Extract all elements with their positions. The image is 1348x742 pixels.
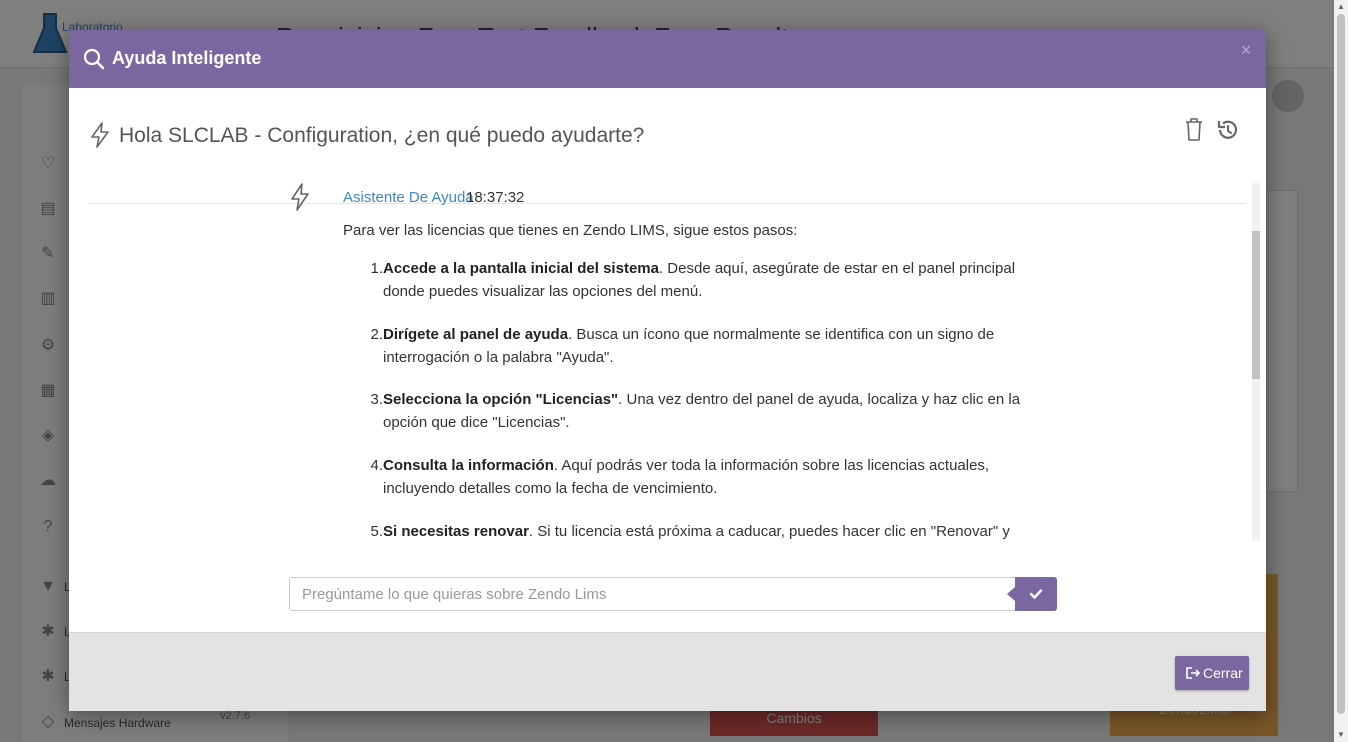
modal-header: Ayuda Inteligente × [69, 30, 1266, 88]
scroll-down-icon[interactable]: ▼ [1336, 730, 1346, 740]
scroll-up-icon[interactable]: ▲ [1336, 2, 1346, 12]
chat-messages[interactable]: Asistente De Ayuda 18:37:32 Para ver las… [89, 183, 1261, 541]
greeting-text: Hola SLCLAB - Configuration, ¿en qué pue… [119, 124, 645, 147]
search-icon [83, 48, 105, 70]
cerrar-button-label: Cerrar [1203, 665, 1243, 681]
chat-input-group [289, 577, 1057, 611]
chat-input[interactable] [289, 577, 1017, 611]
sign-out-icon [1186, 667, 1200, 679]
check-icon [1029, 589, 1043, 599]
lightning-icon [291, 183, 309, 211]
cerrar-button[interactable]: Cerrar [1175, 656, 1249, 690]
send-button[interactable] [1007, 577, 1057, 611]
trash-icon[interactable] [1183, 116, 1205, 142]
close-icon[interactable]: × [1236, 40, 1256, 60]
page-scrollbar-thumb[interactable] [1337, 14, 1345, 714]
modal-title: Ayuda Inteligente [112, 48, 262, 68]
lightning-icon [91, 122, 109, 148]
modal-footer: Cerrar [69, 632, 1266, 711]
message-intro: Para ver las licencias que tienes en Zen… [343, 222, 798, 239]
message-time: 18:37:32 [466, 189, 525, 206]
chat-scrollbar-thumb[interactable] [1252, 231, 1260, 379]
help-modal: Ayuda Inteligente × Hola SLCLAB - Config… [69, 30, 1266, 711]
message-author[interactable]: Asistente De Ayuda [343, 189, 474, 206]
history-icon[interactable] [1215, 118, 1239, 142]
